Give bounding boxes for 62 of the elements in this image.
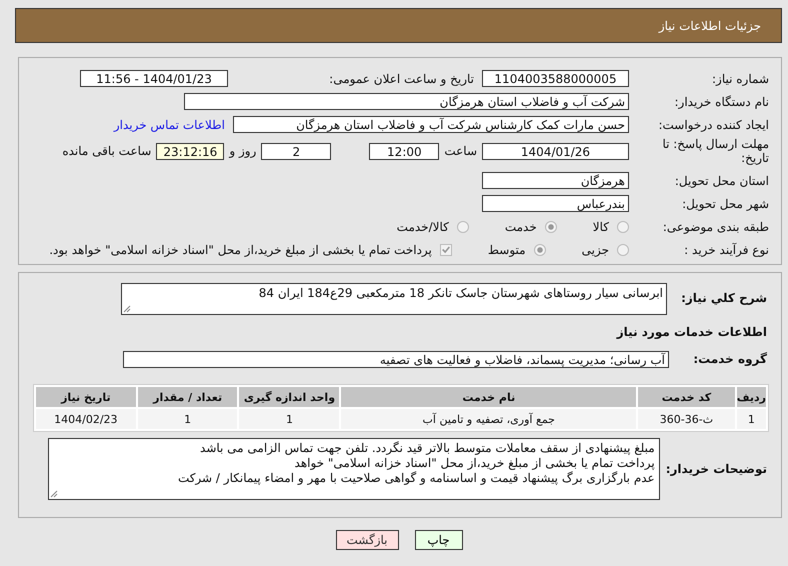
days-field[interactable]: 2 (261, 142, 332, 160)
radio-label: متوسط (488, 242, 526, 256)
resize-grip-icon[interactable] (50, 490, 58, 498)
column-header: واحد اندازه گیری (239, 387, 340, 407)
column-header: ردیف (736, 387, 766, 407)
field-label: استان محل تحویل: (674, 174, 769, 188)
field-label: ایجاد کننده درخواست: (657, 118, 769, 132)
notes-textarea[interactable] (48, 438, 660, 500)
field-label: تاریخ و ساعت اعلان عمومی: (328, 72, 474, 86)
table-cell: 1 (736, 409, 766, 429)
contact-link[interactable]: اطلاعات تماس خریدار (114, 118, 225, 132)
note-line: عدم بارگزاری برگ پیشنهاد قیمت و اساسنامه و گواهی صلاحیت با مهر و امضاء پیمانکار / شرکت (176, 471, 655, 486)
table-cell: 1404/02/23 (36, 409, 136, 429)
column-header: نام خدمت (341, 387, 636, 407)
field-label: شرح کلي نیاز: (680, 291, 767, 305)
input-field[interactable]: 1104003588000005 (482, 70, 629, 87)
radio-button[interactable] (534, 244, 546, 256)
table-cell: جمع آوری، تصفیه و تامین آب (341, 409, 636, 429)
field-label: ساعت باقی مانده (62, 144, 152, 158)
note-line: پرداخت تمام یا بخشی از مبلغ خرید،از محل "اسناد خزانه اسلامی" خواهد (294, 456, 655, 471)
remaining-time-field: 23:12:16 (156, 142, 224, 160)
field-label: نام دستگاه خریدار: (674, 94, 769, 108)
action-button[interactable]: چاپ (414, 530, 462, 550)
table-cell: 1 (138, 409, 238, 429)
field-label: توضیحات خریدار: (666, 462, 767, 476)
input-field[interactable]: حسن مارات کمک کارشناس شرکت آب و فاضلاب استان هرمزگان (233, 116, 629, 133)
input-field[interactable]: 1404/01/23 - 11:56 (80, 70, 228, 87)
resize-grip-icon[interactable] (123, 305, 131, 313)
table-cell: ث-36-360 (638, 409, 735, 429)
radio-label: خدمت (504, 220, 537, 234)
radio-button[interactable] (617, 244, 629, 256)
column-header: تعداد / مقدار (138, 387, 238, 407)
column-header: تاریخ نیاز (36, 387, 136, 407)
time-field[interactable]: 12:00 (369, 142, 440, 160)
page-title: جزئیات اطلاعات نیاز (658, 18, 761, 32)
input-field[interactable]: بندرعباس (482, 195, 629, 212)
description-textarea[interactable]: ابرسانی سیار روستاهای شهرستان جاسک تانکر 18 مترمکعبی 29ع184 ایران 84 (121, 283, 667, 315)
payment-note: پرداخت تمام یا بخشی از مبلغ خرید،از محل "اسناد خزانه اسلامی" خواهد بود. (49, 242, 432, 256)
radio-button[interactable] (456, 220, 469, 232)
date-field[interactable]: 1404/01/26 (482, 142, 629, 160)
input-field[interactable]: هرمزگان (482, 172, 629, 189)
table-cell: 1 (239, 409, 340, 429)
radio-label: کالا (592, 220, 609, 234)
column-header: کد خدمت (638, 387, 735, 407)
checkbox[interactable] (440, 244, 452, 256)
radio-button[interactable] (617, 220, 629, 232)
field-label: طبقه بندی موضوعی: (662, 220, 769, 234)
field-label: نوع فرآیند خرید : (683, 242, 769, 256)
field-label: روز و (229, 144, 256, 158)
field-label: شماره نیاز: (711, 72, 769, 86)
field-label: ساعت (444, 144, 477, 158)
input-field[interactable]: شرکت آب و فاضلاب استان هرمزگان (184, 93, 629, 110)
radio-label: جزیی (582, 242, 609, 256)
field-label: مهلت ارسال پاسخ: تا تاریخ: (661, 137, 769, 165)
field-label: گروه خدمت: (692, 352, 767, 366)
input-field[interactable]: آب رسانی؛ مدیریت پسماند، فاضلاب و فعالیت های تصفیه (123, 351, 669, 368)
radio-button[interactable] (544, 220, 557, 232)
note-line: مبلغ پیشنهادی از سقف معاملات متوسط بالاتر قید نگردد. تلفن جهت تماس الزامی می باشد (199, 441, 655, 456)
field-label: شهر محل تحویل: (681, 196, 769, 210)
action-button[interactable]: بازگشت (336, 530, 398, 550)
radio-label: کالا/خدمت (396, 220, 449, 234)
section-title: اطلاعات خدمات مورد نیاز (615, 325, 767, 339)
